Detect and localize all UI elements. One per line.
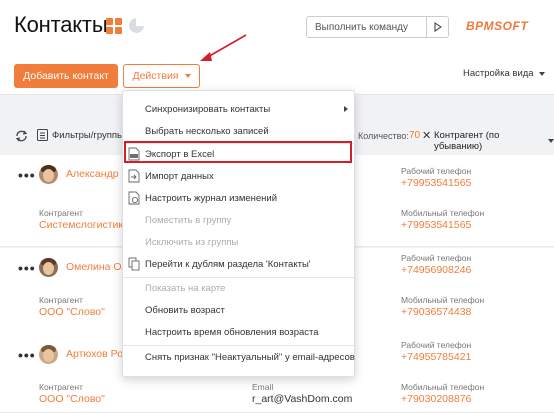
changelog-icon — [128, 191, 140, 205]
menu-item-label: Настроить время обновления возраста — [145, 326, 319, 338]
account-label: Контрагент — [39, 382, 83, 392]
chevron-down-icon — [548, 139, 554, 143]
mobile-link[interactable]: +79953541565 — [401, 219, 471, 231]
mobile-label: Мобильный телефон — [401, 295, 485, 305]
menu-item-update-age[interactable]: Обновить возраст — [123, 299, 356, 321]
actions-menu: Синхронизировать контакты Выбрать нескол… — [122, 90, 356, 377]
count-value: 70 — [409, 130, 421, 141]
menu-item-duplicates[interactable]: Перейти к дублям раздела 'Контакты' — [123, 253, 356, 275]
menu-item-label: Настроить журнал изменений — [145, 192, 278, 204]
account-link[interactable]: ООО "Слово" — [39, 393, 105, 405]
work-phone-link[interactable]: +79953541565 — [401, 177, 471, 189]
chevron-down-icon — [538, 71, 545, 76]
view-settings-label: Настройка вида — [463, 68, 534, 79]
actions-button[interactable]: Действия — [123, 64, 200, 88]
account-link[interactable]: Системслогистик — [39, 219, 123, 231]
account-link[interactable]: ООО "Слово" — [39, 306, 105, 318]
menu-item-label: Исключить из группы — [145, 236, 239, 248]
filters-button[interactable]: Фильтры/группы — [37, 129, 124, 141]
command-placeholder: Выполнить команду — [315, 22, 408, 33]
analytics-icon[interactable] — [129, 18, 144, 33]
menu-item-label: Поместить в группу — [145, 214, 232, 226]
play-icon — [433, 22, 442, 32]
menu-item-label: Импорт данных — [145, 170, 214, 182]
logo: BPMSOFT — [466, 19, 529, 33]
sort-label: Контрагент (по убыванию) — [434, 130, 500, 152]
menu-item-label: Выбрать несколько записей — [145, 125, 269, 137]
menu-item-show-on-map: Показать на карте — [123, 277, 356, 299]
more-icon[interactable]: ••• — [18, 167, 36, 183]
grid-view-icon[interactable] — [106, 18, 122, 34]
avatar — [39, 345, 58, 364]
email-label: Email — [252, 382, 274, 392]
more-icon[interactable]: ••• — [18, 260, 36, 276]
menu-item-add-to-group: Поместить в группу — [123, 209, 356, 231]
menu-item-import-data[interactable]: Импорт данных — [123, 165, 356, 187]
command-run-button[interactable] — [426, 17, 448, 37]
view-settings-button[interactable]: Настройка вида — [463, 68, 545, 79]
menu-item-label: Обновить возраст — [145, 304, 225, 316]
filter-list-icon — [37, 129, 48, 141]
email-value[interactable]: r_art@VashDom.com — [252, 393, 352, 405]
menu-item-label: Экспорт в Excel — [145, 148, 215, 160]
work-phone-label: Рабочий телефон — [401, 166, 472, 176]
filters-label: Фильтры/группы — [52, 129, 124, 141]
close-icon[interactable]: ✕ — [422, 129, 431, 142]
menu-item-select-multiple[interactable]: Выбрать несколько записей — [123, 120, 356, 142]
menu-item-clear-inactive-email[interactable]: Снять признак "Неактуальный" у email-адр… — [123, 346, 356, 368]
menu-item-label: Снять признак "Неактуальный" у email-адр… — [145, 351, 355, 363]
menu-item-label: Показать на карте — [145, 282, 226, 294]
excel-icon — [128, 147, 140, 161]
count-label: Количество: — [358, 131, 409, 141]
mobile-link[interactable]: +79030208876 — [401, 393, 471, 405]
command-input[interactable]: Выполнить команду — [306, 16, 449, 38]
work-phone-link[interactable]: +74956908246 — [401, 264, 471, 276]
menu-item-remove-from-group: Исключить из группы — [123, 231, 356, 253]
avatar — [39, 258, 58, 277]
mobile-label: Мобильный телефон — [401, 208, 485, 218]
chevron-right-icon — [344, 106, 348, 112]
menu-item-label: Синхронизировать контакты — [145, 103, 271, 115]
menu-item-sync-contacts[interactable]: Синхронизировать контакты — [123, 98, 356, 120]
work-phone-label: Рабочий телефон — [401, 253, 472, 263]
import-icon — [128, 169, 140, 183]
work-phone-label: Рабочий телефон — [401, 340, 472, 350]
sync-icon[interactable] — [15, 130, 28, 142]
contact-name[interactable]: Артюхов Ром — [66, 348, 130, 360]
work-phone-link[interactable]: +74955785421 — [401, 351, 471, 363]
page-header: Контакты Выполнить команду BPMSOFT Добав… — [0, 0, 554, 95]
account-label: Контрагент — [39, 295, 83, 305]
more-icon[interactable]: ••• — [18, 347, 36, 363]
account-label: Контрагент — [39, 208, 83, 218]
menu-item-label: Перейти к дублям раздела 'Контакты' — [145, 258, 311, 270]
avatar — [39, 165, 58, 184]
mobile-link[interactable]: +79036574438 — [401, 306, 471, 318]
menu-item-export-excel[interactable]: Экспорт в Excel — [123, 143, 356, 165]
page-title: Контакты — [14, 12, 108, 37]
add-contact-button[interactable]: Добавить контакт — [14, 64, 118, 88]
menu-item-changelog[interactable]: Настроить журнал изменений — [123, 187, 356, 209]
actions-button-label: Действия — [132, 70, 179, 82]
chevron-down-icon — [184, 74, 191, 78]
menu-item-age-update-time[interactable]: Настроить время обновления возраста — [123, 321, 356, 343]
sort-button[interactable]: Контрагент (по убыванию) — [434, 130, 554, 152]
mobile-label: Мобильный телефон — [401, 382, 485, 392]
duplicates-icon — [128, 257, 140, 271]
